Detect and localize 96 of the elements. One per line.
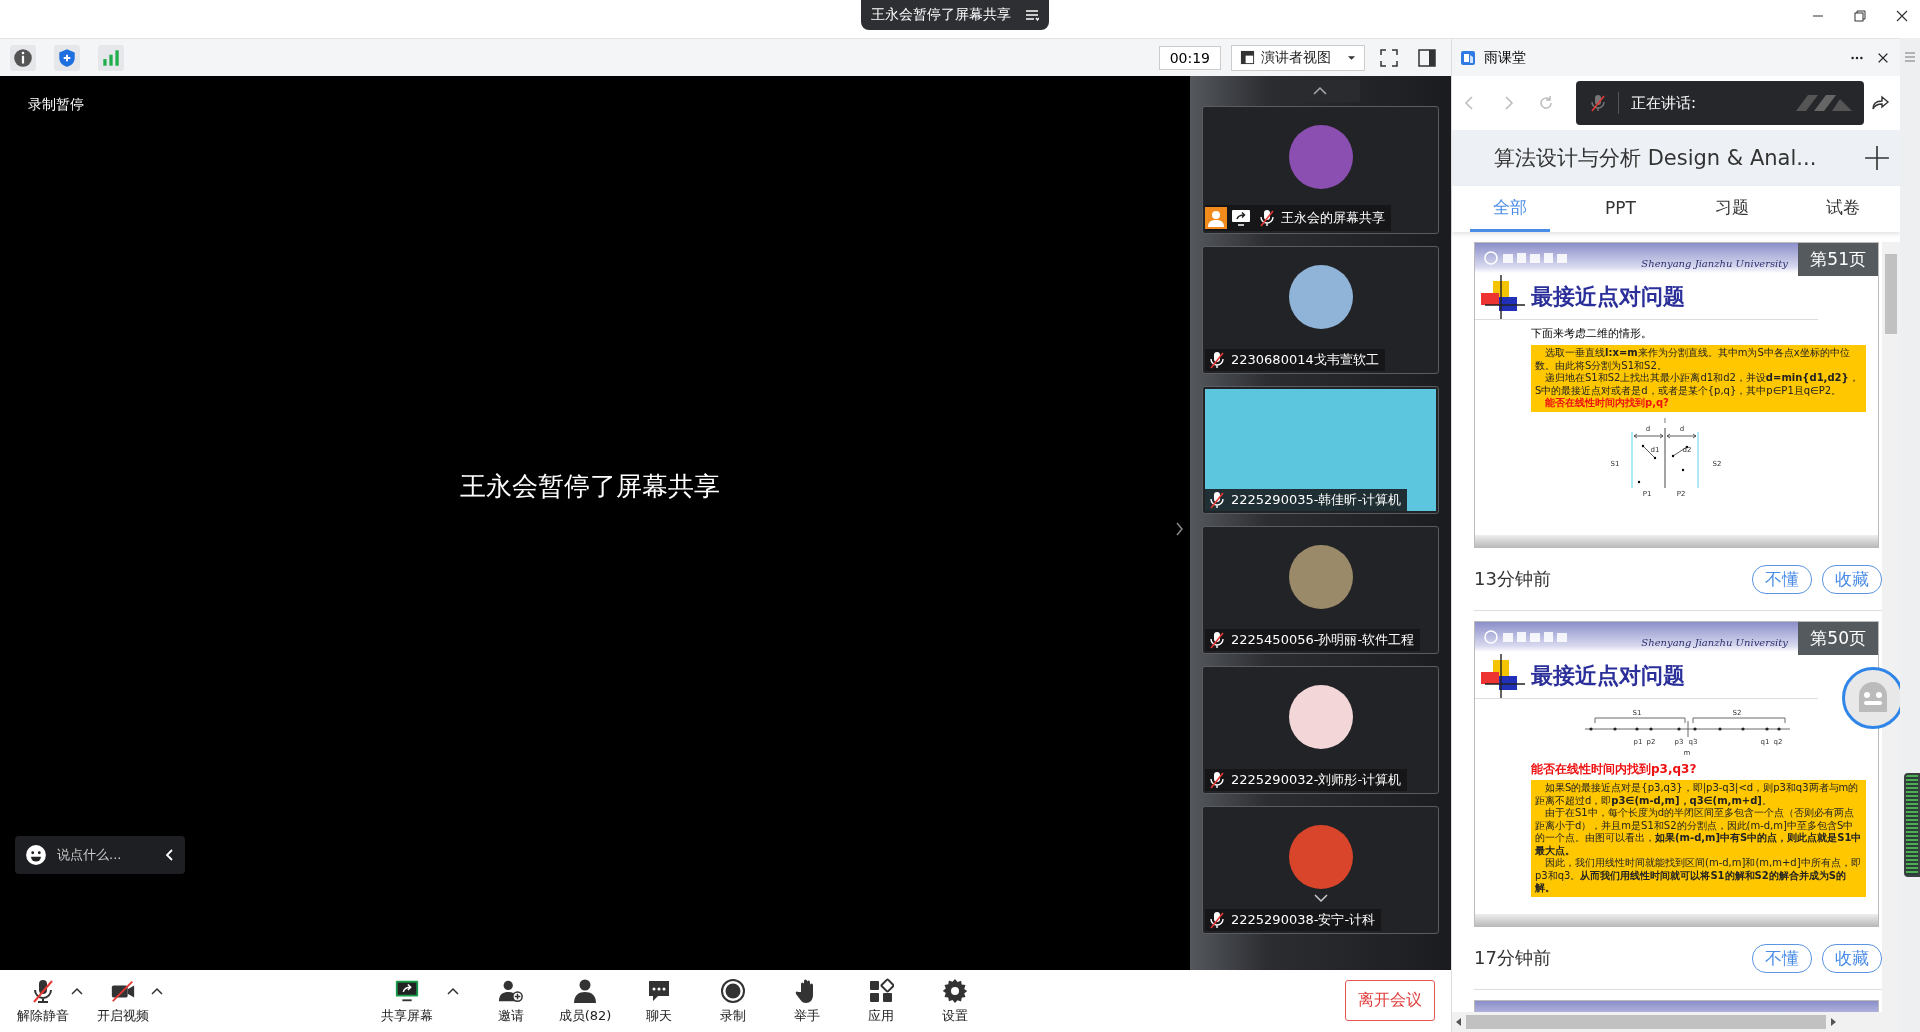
- person-icon: [572, 977, 598, 1004]
- plus-icon[interactable]: [1864, 145, 1890, 171]
- screen-share-paused-message: 王永会暂停了屏幕共享: [460, 470, 720, 503]
- participant-name: 2225290038-安宁-计科: [1230, 911, 1376, 929]
- slide-thumbnail[interactable]: [1474, 242, 1879, 548]
- participant-tile[interactable]: 王永会的屏幕共享: [1202, 106, 1439, 234]
- slide-title: 最接近点对问题: [1531, 661, 1685, 690]
- record-icon: [720, 977, 746, 1004]
- timestamp: 13分钟前: [1474, 567, 1551, 591]
- chat-input[interactable]: 说点什么...: [15, 836, 185, 874]
- muted-mic-icon: [1590, 94, 1606, 112]
- horizontal-scrollbar-thumb[interactable]: [1466, 1015, 1826, 1029]
- filter-tab[interactable]: 试卷: [1802, 186, 1883, 232]
- toolbar-button[interactable]: 录制: [705, 977, 761, 1025]
- toolbar-button[interactable]: 开启视频: [95, 977, 151, 1025]
- banner-text: 王永会暂停了屏幕共享: [871, 6, 1011, 24]
- app-logo-icon: [1460, 49, 1476, 66]
- view-mode-dropdown[interactable]: 演讲者视图: [1231, 44, 1365, 71]
- slide-paragraph: 如果S的最接近点对是{p3,q3}，即|p3-q3|<d，则p3和q3两者与m的距离不超过d，即p3∈(m-d,m]，q3∈(m,m+d]。: [1535, 782, 1860, 807]
- info-icon[interactable]: [10, 44, 36, 71]
- slide-paragraph: 因此，我们用线性时间就能找到区间(m-d,m]和(m,m+d]中所有点，即p3和q3。从而我们用线性时间就可以将S1的解和S2的解合并成为S的解。: [1535, 857, 1862, 895]
- feedback-button[interactable]: 收藏: [1822, 943, 1882, 973]
- page-number-badge: 第51页: [1798, 243, 1878, 276]
- strip-diagram-drawing: [1631, 427, 1699, 488]
- chevron-up-icon: [1312, 86, 1328, 96]
- mic-off-icon: [30, 977, 56, 1004]
- caret-up-icon[interactable]: [447, 987, 459, 995]
- page-number-badge: 第50页: [1798, 622, 1878, 655]
- scroll-right-icon[interactable]: [1830, 1018, 1836, 1026]
- caret-icon: [1347, 54, 1356, 61]
- share-arrow-icon[interactable]: [1872, 95, 1890, 111]
- recording-status: 录制暂停: [28, 96, 84, 114]
- participant-name: 2225290032-刘师彤-计算机: [1230, 771, 1402, 789]
- chat-placeholder: 说点什么...: [57, 846, 123, 864]
- emoji-icon[interactable]: [25, 844, 47, 866]
- toolbar-button[interactable]: 举手: [779, 977, 835, 1025]
- menu-icon[interactable]: [1025, 9, 1039, 21]
- muted-mic-icon: [1209, 631, 1225, 649]
- participant-tile[interactable]: 2230680014戈韦萱软工: [1202, 246, 1439, 374]
- course-title: 算法设计与分析 Design & Anal...: [1494, 145, 1818, 172]
- chevron-left-icon[interactable]: [165, 848, 175, 862]
- timestamp: 17分钟前: [1474, 946, 1551, 970]
- chevron-down-icon[interactable]: [1313, 893, 1329, 903]
- signal-bars-icon[interactable]: [98, 44, 124, 71]
- speaking-label: 正在讲话:: [1631, 93, 1697, 113]
- toolbar-button[interactable]: 共享屏幕: [379, 977, 435, 1025]
- slide-paragraph: 选取一垂直线l:x=m来作为分割直线。其中m为S中各点x坐标的中位数。由此将S分割为S1和S2。: [1535, 347, 1851, 372]
- scroll-left-icon[interactable]: [1456, 1018, 1462, 1026]
- muted-mic-icon: [1259, 209, 1275, 227]
- participant-tile[interactable]: 2225290035-韩佳昕-计算机: [1202, 386, 1439, 514]
- participant-name: 王永会的屏幕共享: [1280, 209, 1385, 227]
- toolbar-button[interactable]: 邀请: [483, 977, 539, 1025]
- slide-paragraph: 由于在S1中，每个长度为d的半闭区间至多包含一个点（否则必有两点距离小于d），并且m是S1和S2的分割点，因此(m-d,m]中至多包含S中的一个点。由图可以看出，如果(m-d,m]中有S中的点，则此点就是S1中最大点。: [1535, 807, 1862, 857]
- audio-level-tab[interactable]: [1904, 773, 1920, 877]
- settings-icon: [942, 977, 968, 1004]
- feedback-button[interactable]: 不懂: [1752, 943, 1812, 973]
- muted-mic-icon: [1209, 491, 1225, 509]
- participant-name: 2225290035-韩佳昕-计算机: [1230, 491, 1402, 509]
- slide-title: 最接近点对问题: [1531, 282, 1685, 311]
- participant-tile[interactable]: 2225290032-刘师彤-计算机: [1202, 666, 1439, 794]
- feedback-button[interactable]: 不懂: [1752, 564, 1812, 594]
- participant-tile[interactable]: 2225450056-孙明丽-软件工程: [1202, 526, 1439, 654]
- participant-name: 2225450056-孙明丽-软件工程: [1230, 631, 1415, 649]
- muted-mic-icon: [1209, 351, 1225, 369]
- toolbar-button[interactable]: 成员(82): [557, 977, 613, 1025]
- filter-tab[interactable]: 习题: [1691, 186, 1772, 232]
- meeting-timer: 00:19: [1158, 45, 1221, 70]
- slide-bullet-text: 下面来考虑二维的情形。: [1531, 326, 1653, 341]
- scrollbar-thumb[interactable]: [1885, 254, 1897, 334]
- layout-icon: [1240, 50, 1255, 65]
- slide-paragraph: 递归地在S1和S2上找出其最小距离d1和d2，并设d=min{d1,d2}，S中的最接近点对或者是d，或者是某个{p,q}，其中p∈P1且q∈P2。: [1535, 372, 1860, 397]
- caret-up-icon[interactable]: [151, 987, 163, 995]
- muted-mic-icon: [1209, 771, 1225, 789]
- panel-title: 雨课堂: [1484, 48, 1526, 67]
- university-name: Shenyang Jianzhu University: [1641, 257, 1788, 269]
- slide-question: 能否在线性时间内找到p,q?: [1544, 397, 1670, 410]
- slide-thumbnail[interactable]: [1474, 621, 1879, 927]
- toolbar-button[interactable]: 解除静音: [15, 977, 71, 1025]
- apps-grid-icon: [868, 977, 894, 1004]
- feedback-button[interactable]: 收藏: [1822, 564, 1882, 594]
- university-name: Shenyang Jianzhu University: [1641, 636, 1788, 648]
- participant-tile[interactable]: 2225290038-安宁-计科: [1202, 806, 1439, 934]
- slide-question: 能否在线性时间内找到p3,q3?: [1531, 761, 1698, 778]
- shield-icon[interactable]: [54, 44, 80, 71]
- squares-decoration-icon: [1481, 654, 1525, 698]
- participant-name: 2230680014戈韦萱软工: [1230, 351, 1379, 369]
- muted-mic-icon: [1209, 911, 1225, 929]
- leave-meeting-button[interactable]: 离开会议: [1345, 980, 1435, 1021]
- caret-up-icon[interactable]: [71, 987, 83, 995]
- toolbar-button[interactable]: 设置: [927, 977, 983, 1025]
- toolbar-button[interactable]: 应用: [853, 977, 909, 1025]
- chevron-right-icon[interactable]: [1174, 521, 1184, 537]
- filter-tab[interactable]: PPT: [1580, 186, 1661, 232]
- squares-decoration-icon: [1481, 275, 1525, 319]
- filter-tab[interactable]: 全部: [1469, 186, 1550, 232]
- toolbar-button[interactable]: 聊天: [631, 977, 687, 1025]
